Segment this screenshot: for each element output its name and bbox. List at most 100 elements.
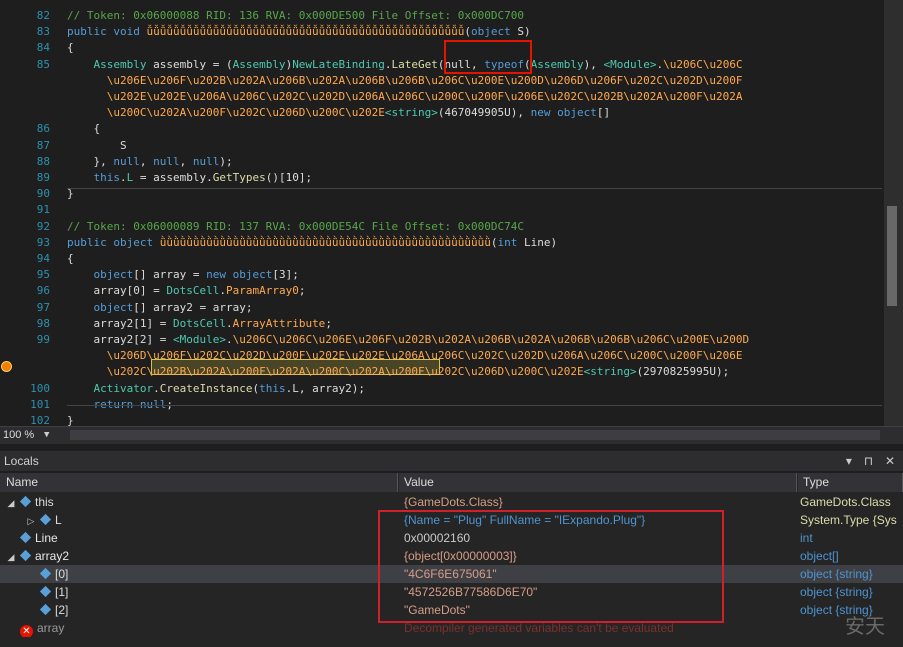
line-number: 97: [36, 300, 50, 314]
code-token: this: [259, 381, 286, 395]
field-icon: [39, 567, 52, 580]
field-icon: [39, 603, 52, 616]
code-token: array2[2] =: [93, 333, 173, 346]
code-token: ;: [298, 284, 306, 298]
code-line: array2[1] = DotsCell.ArrayAttribute;: [67, 317, 332, 331]
method-separator: [67, 405, 882, 406]
code-token: []: [596, 106, 611, 120]
code-token: \u206D\u206F\u202C\u202D\u200F\u202E\u20…: [106, 349, 743, 363]
code-line: public object ǜǜǜǜǜǜǜǜǜǜǜǜǜǜǜǜǜǜǜǜǜǜǜǜǜǜ…: [67, 236, 557, 250]
expand-icon[interactable]: ▷: [26, 512, 36, 529]
variable-value[interactable]: {GameDots.Class}: [400, 493, 796, 511]
method-separator: [67, 188, 882, 189]
chevron-down-icon[interactable]: ▼: [44, 430, 49, 440]
line-number: 102: [30, 414, 50, 426]
pin-icon[interactable]: ⊓: [864, 454, 873, 468]
close-icon[interactable]: ✕: [885, 454, 895, 468]
variable-type: int: [800, 531, 813, 545]
variable-name: ◢ this: [0, 493, 398, 511]
code-token: <string>: [583, 365, 637, 379]
variable-name: Line: [0, 529, 398, 547]
code-token: ),: [583, 57, 604, 71]
code-editor[interactable]: 82 // Token: 0x06000088 RID: 136 RVA: 0x0…: [0, 0, 903, 426]
code-token: (: [464, 25, 471, 39]
code-token: Assembly: [93, 57, 147, 71]
variable-name: [2]: [0, 601, 398, 619]
scrollbar-thumb[interactable]: [887, 206, 897, 306]
code-token: \u206C\u206C: [663, 57, 743, 71]
code-line: array[0] = DotsCell.ParamArray0;: [67, 284, 306, 298]
line-number: 85: [36, 57, 50, 71]
line-number: 87: [36, 138, 50, 152]
line-number: 96: [36, 284, 50, 298]
column-header-type[interactable]: Type: [798, 473, 903, 492]
code-line: Assembly assembly = (Assembly)NewLateBin…: [67, 58, 743, 72]
line-number: 92: [36, 219, 50, 233]
code-line: array2[2] = <Module>.\u206C\u206C\u206E\…: [67, 333, 750, 347]
code-token: (2970825995U);: [636, 365, 730, 379]
line-number: 94: [36, 252, 50, 265]
code-token: object: [93, 300, 134, 314]
code-token: DotsCell: [172, 316, 226, 330]
code-token: .: [225, 333, 233, 346]
code-token: int: [497, 235, 518, 249]
variable-name: ◢ array2: [0, 547, 398, 565]
locals-row[interactable]: ◢ this {GameDots.Class} GameDots.Class: [0, 493, 903, 511]
code-line: {: [67, 122, 101, 136]
code-token: null: [113, 154, 140, 168]
line-number: 93: [36, 235, 50, 249]
code-token: ParamArray0: [225, 284, 299, 298]
code-line: S: [67, 139, 127, 153]
code-line: {: [67, 252, 74, 266]
dropdown-icon[interactable]: ▾: [846, 454, 852, 468]
breakpoint-icon[interactable]: [1, 361, 12, 372]
code-token: ;: [325, 316, 332, 330]
code-token: .: [225, 316, 233, 330]
expand-icon[interactable]: ◢: [6, 494, 16, 511]
line-number: 86: [36, 122, 50, 136]
variable-label: L: [55, 513, 62, 527]
code-token: }: [67, 187, 74, 201]
code-token: public object: [67, 235, 160, 249]
variable-name: ▷ L: [0, 511, 398, 529]
code-token: ()[10];: [265, 171, 313, 184]
code-line: }: [67, 187, 74, 201]
code-line: Activator.CreateInstance(this.L, array2)…: [67, 381, 366, 396]
variable-label: Line: [35, 531, 58, 545]
field-icon: [39, 513, 52, 526]
variable-name: [1]: [0, 583, 398, 601]
code-token: Assembly: [530, 57, 584, 71]
variable-type: GameDots.Class: [800, 495, 891, 509]
code-token: Assembly: [232, 57, 286, 71]
code-line: // Token: 0x06000089 RID: 137 RVA: 0x000…: [67, 220, 524, 234]
code-token: .: [384, 57, 392, 71]
code-token: <string>: [384, 106, 438, 120]
code-token: Activator: [93, 381, 154, 395]
field-icon: [19, 531, 32, 544]
column-header-name[interactable]: Name: [0, 473, 398, 492]
code-token: null: [192, 154, 220, 168]
error-icon: ✕: [20, 625, 33, 637]
code-token: object: [471, 25, 511, 39]
column-header-value[interactable]: Value: [399, 473, 797, 492]
code-token: new object: [206, 268, 273, 282]
code-token: <Module>: [603, 57, 657, 71]
field-icon: [19, 549, 32, 562]
code-token: {: [67, 41, 74, 55]
expand-icon[interactable]: ◢: [6, 548, 16, 565]
line-number: 89: [36, 171, 50, 184]
locals-panel-title: Locals: [0, 451, 903, 471]
code-token: }: [67, 414, 74, 426]
field-icon: [19, 495, 32, 508]
code-token: \u202C\u202B\u202A\u200F\u202A\u200C\u20…: [106, 365, 584, 379]
code-token: null: [153, 154, 180, 168]
variable-type: object[]: [800, 549, 839, 563]
code-token: = assembly.: [133, 171, 213, 184]
variable-label: [2]: [55, 603, 69, 617]
horizontal-scrollbar[interactable]: [70, 430, 880, 440]
zoom-level[interactable]: 100 %: [3, 429, 34, 441]
code-line: object[] array = new object[3];: [67, 268, 299, 282]
code-token: \u206C\u206C\u206E\u206F\u202B\u202A\u20…: [232, 333, 750, 346]
code-token: public void: [67, 25, 147, 39]
code-line: \u200C\u202A\u200F\u202C\u206D\u200C\u20…: [67, 106, 610, 120]
